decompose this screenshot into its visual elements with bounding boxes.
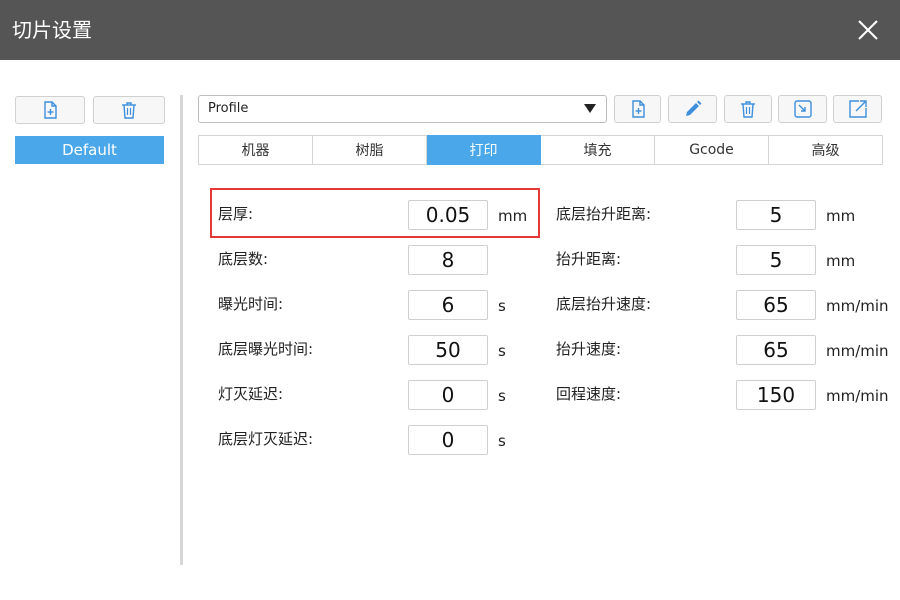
- chevron-down-icon: [584, 104, 596, 113]
- bottom-exposure-unit: s: [498, 342, 506, 360]
- tab-print[interactable]: 打印: [427, 135, 541, 165]
- bottom-lift-distance-input[interactable]: 5: [736, 200, 816, 230]
- bottom-exposure-input[interactable]: 50: [408, 335, 488, 365]
- new-profile-button[interactable]: [614, 95, 661, 123]
- pencil-icon: [685, 100, 701, 116]
- lift-distance-unit: mm: [826, 252, 856, 270]
- retract-speed-label: 回程速度:: [556, 385, 622, 403]
- lift-speed-unit: mm/min: [826, 342, 889, 360]
- light-off-delay-unit: s: [498, 387, 506, 405]
- bottom-lift-speed-unit: mm/min: [826, 297, 889, 315]
- tab-machine[interactable]: 机器: [198, 135, 313, 165]
- highlight-box: [210, 188, 540, 238]
- close-icon[interactable]: [852, 14, 884, 46]
- window-title: 切片设置: [12, 18, 92, 42]
- import-button[interactable]: [778, 95, 827, 123]
- panel-divider: [180, 95, 183, 565]
- title-bar: 切片设置: [0, 0, 900, 60]
- bottom-light-off-delay-unit: s: [498, 432, 506, 450]
- sidebar-item-label: Default: [62, 141, 117, 159]
- bottom-light-off-delay-input[interactable]: 0: [408, 425, 488, 455]
- tab-fill[interactable]: 填充: [541, 135, 655, 165]
- import-icon: [793, 100, 812, 118]
- file-add-icon: [631, 100, 645, 118]
- light-off-delay-input[interactable]: 0: [408, 380, 488, 410]
- bottom-lift-speed-input[interactable]: 65: [736, 290, 816, 320]
- export-icon: [848, 100, 867, 118]
- lift-speed-input[interactable]: 65: [736, 335, 816, 365]
- lift-distance-label: 抬升距离:: [556, 250, 622, 268]
- profile-select-value: Profile: [208, 101, 249, 116]
- bottom-layers-label: 底层数:: [218, 250, 269, 268]
- trash-icon: [122, 102, 136, 119]
- bottom-lift-distance-label: 底层抬升距离:: [556, 205, 652, 223]
- delete-button[interactable]: [724, 95, 772, 123]
- layer-thickness-label: 层厚:: [218, 205, 254, 223]
- rename-profile-button[interactable]: [668, 95, 717, 123]
- retract-speed-input[interactable]: 150: [736, 380, 816, 410]
- profile-select[interactable]: Profile: [198, 95, 607, 123]
- trash-icon: [741, 101, 755, 118]
- export-button[interactable]: [833, 95, 882, 123]
- tab-resin[interactable]: 树脂: [313, 135, 427, 165]
- lift-speed-label: 抬升速度:: [556, 340, 622, 358]
- layer-thickness-unit: mm: [498, 207, 528, 225]
- bottom-lift-distance-unit: mm: [826, 207, 856, 225]
- retract-speed-unit: mm/min: [826, 387, 889, 405]
- bottom-exposure-label: 底层曝光时间:: [218, 340, 314, 358]
- tab-gcode[interactable]: Gcode: [655, 135, 769, 165]
- file-add-icon: [44, 101, 57, 119]
- exposure-time-unit: s: [498, 297, 506, 315]
- layer-thickness-input[interactable]: 0.05: [408, 200, 488, 230]
- delete-profile-button[interactable]: [93, 96, 165, 124]
- exposure-time-input[interactable]: 6: [408, 290, 488, 320]
- sidebar-item-default[interactable]: Default: [15, 136, 164, 164]
- bottom-lift-speed-label: 底层抬升速度:: [556, 295, 652, 313]
- bottom-light-off-delay-label: 底层灯灭延迟:: [218, 430, 314, 448]
- add-profile-button[interactable]: [15, 96, 85, 124]
- tab-advanced[interactable]: 高级: [769, 135, 883, 165]
- lift-distance-input[interactable]: 5: [736, 245, 816, 275]
- bottom-layers-input[interactable]: 8: [408, 245, 488, 275]
- settings-tabs: 机器 树脂 打印 填充 Gcode 高级: [198, 135, 883, 165]
- exposure-time-label: 曝光时间:: [218, 295, 284, 313]
- light-off-delay-label: 灯灭延迟:: [218, 385, 284, 403]
